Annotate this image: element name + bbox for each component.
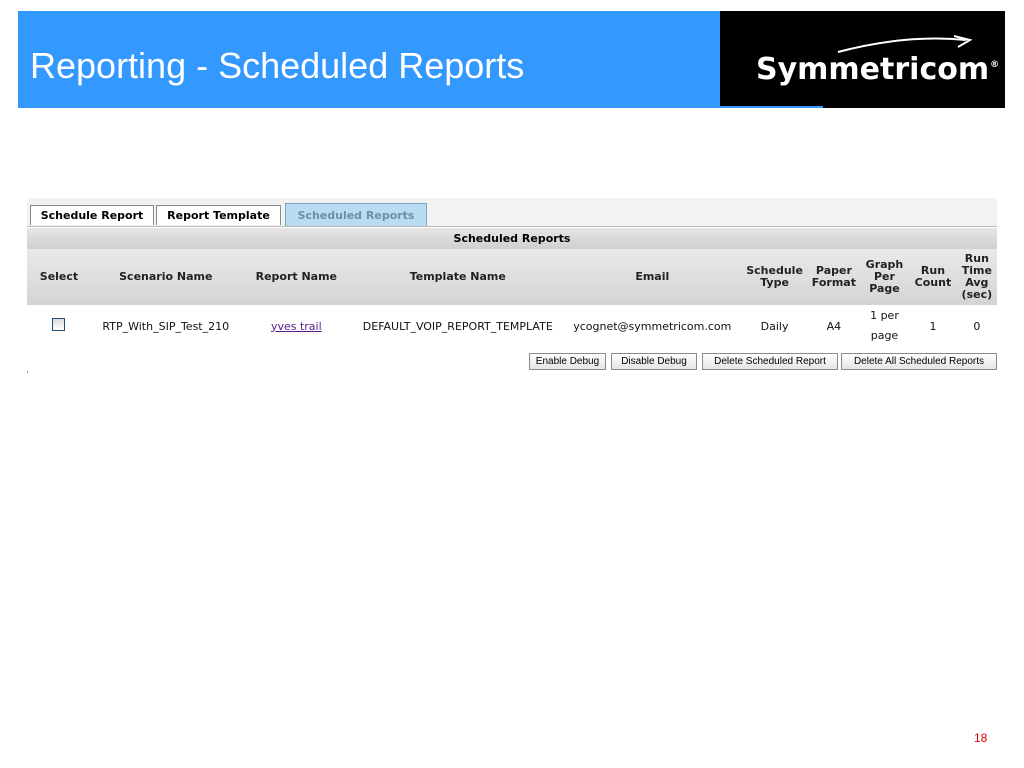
header-run-time-avg: Run Time Avg (sec) (956, 249, 997, 305)
action-buttons: Enable Debug Disable Debug Delete Schedu… (27, 353, 997, 371)
header-schedule-type: Schedule Type (741, 249, 809, 305)
run-count-cell: 1 (929, 319, 937, 333)
header-email: Email (563, 249, 742, 305)
header-paper-format: Paper Format (808, 249, 860, 305)
slide-title: Reporting - Scheduled Reports (30, 45, 525, 86)
table-header-row: Select Scenario Name Report Name Templat… (27, 249, 997, 305)
header-report-name: Report Name (240, 249, 353, 305)
brand-name: Symmetricom (756, 52, 990, 87)
report-name-cell: yves trail (241, 305, 352, 347)
scheduled-reports-table: Scheduled Reports Select Scenario Name R… (27, 228, 997, 347)
enable-debug-button[interactable]: Enable Debug (529, 353, 606, 370)
graph-per-page-cell: 1 per page (870, 309, 899, 342)
header-run-count: Run Count (909, 249, 957, 305)
template-name-cell: DEFAULT_VOIP_REPORT_TEMPLATE (362, 319, 553, 333)
scenario-name-cell: RTP_With_SIP_Test_210 (102, 319, 230, 333)
panel-edge (27, 371, 28, 373)
select-cell (27, 305, 91, 347)
header-graph-per-page: Graph Per Page (859, 249, 910, 305)
tab-schedule-report[interactable]: Schedule Report (30, 205, 154, 225)
row-select-checkbox[interactable] (52, 318, 66, 331)
tab-strip: Schedule Report Report Template Schedule… (27, 198, 997, 227)
delete-all-scheduled-reports-button[interactable]: Delete All Scheduled Reports (841, 353, 997, 370)
logo-underline (720, 106, 823, 108)
table-row: RTP_With_SIP_Test_210 yves trail DEFAULT… (27, 305, 997, 347)
delete-scheduled-report-button[interactable]: Delete Scheduled Report (702, 353, 838, 370)
tab-scheduled-reports[interactable]: Scheduled Reports (285, 203, 427, 226)
run-time-avg-cell: 0 (973, 319, 981, 333)
header-select: Select (27, 249, 91, 305)
header-template-name: Template Name (352, 249, 564, 305)
schedule-type-cell: Daily (760, 319, 789, 333)
brand-logo: Symmetricom® (756, 52, 999, 87)
brand-registered-mark: ® (990, 60, 1000, 70)
header-scenario-name: Scenario Name (90, 249, 241, 305)
paper-format-cell: A4 (826, 319, 842, 333)
page-number: 18 (974, 731, 988, 745)
report-name-link[interactable]: yves trail (271, 320, 322, 333)
email-cell: ycognet@symmetricom.com (573, 319, 732, 333)
table-caption: Scheduled Reports (27, 228, 997, 249)
disable-debug-button[interactable]: Disable Debug (611, 353, 697, 370)
tab-report-template[interactable]: Report Template (156, 205, 281, 225)
